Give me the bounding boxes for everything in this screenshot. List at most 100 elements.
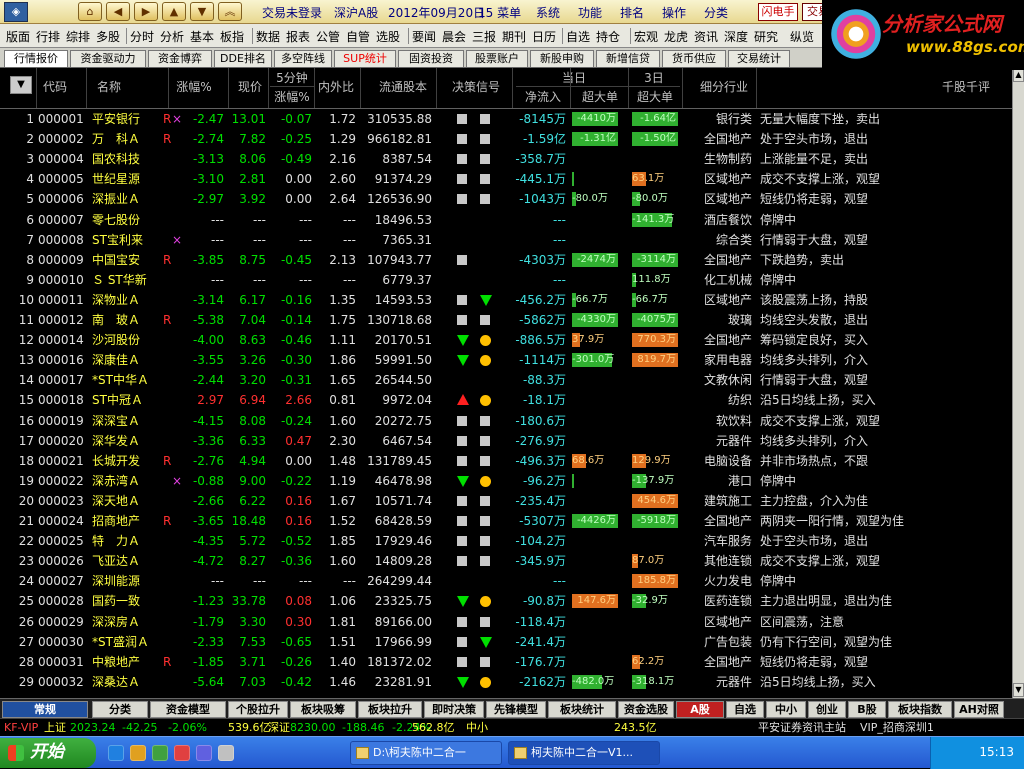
app-icon[interactable] xyxy=(152,745,168,761)
header-industry[interactable]: 细分行业 xyxy=(692,78,756,95)
tab-2[interactable]: 资金博弈 xyxy=(148,50,212,67)
menu-item[interactable]: 纵览 xyxy=(790,28,814,45)
table-row[interactable]: 14 000017 *ST中华Ａ -2.44 3.20 -0.31 1.65 26544.50… xyxy=(0,370,1012,390)
folder-icon[interactable] xyxy=(130,745,146,761)
menu-item[interactable]: 基本 xyxy=(190,28,214,45)
menu-item[interactable]: 日历 xyxy=(532,28,556,45)
table-row[interactable]: 1 000001 平安银行 R × -2.47 13.01 -0.07 1.72 310535.8… xyxy=(0,109,1012,129)
menu-item[interactable]: 研究 xyxy=(754,28,778,45)
bottom-tab-7[interactable]: 先锋模型 xyxy=(486,701,546,718)
header-ratio[interactable]: 内外比 xyxy=(314,78,358,95)
table-row[interactable]: 13 000016 深康佳Ａ -3.55 3.26 -0.30 1.86 59991.50 -1… xyxy=(0,350,1012,370)
bottom-tab-13[interactable]: 创业 xyxy=(808,701,846,718)
table-row[interactable]: 6 000007 零七股份 --- --- --- --- 18496.53 --- -141.3… xyxy=(0,210,1012,230)
menu-category[interactable]: 分类 xyxy=(704,4,728,21)
bottom-tab-3[interactable]: 个股拉升 xyxy=(228,701,288,718)
bottom-tab-15[interactable]: 板块指数 xyxy=(888,701,952,718)
up-button[interactable]: ▲ xyxy=(162,2,186,21)
bottom-tab-10[interactable]: A股 xyxy=(676,701,724,718)
bottom-tab-11[interactable]: 自选 xyxy=(726,701,764,718)
header-change5[interactable]: 5分钟 xyxy=(270,69,314,86)
bottom-tab-8[interactable]: 板块统计 xyxy=(548,701,616,718)
bottom-tab-2[interactable]: 资金模型 xyxy=(150,701,226,718)
table-row[interactable]: 18 000021 长城开发 R -2.76 4.94 0.00 1.48 131789.45-… xyxy=(0,451,1012,471)
column-menu-icon[interactable]: ▼ xyxy=(10,76,32,94)
media-icon[interactable] xyxy=(174,745,190,761)
task-explorer[interactable]: D:\柯夫陈中二合一 xyxy=(350,741,502,765)
header-code[interactable]: 代码 xyxy=(38,78,72,95)
tab-9[interactable]: 新增信贷 xyxy=(596,50,660,67)
menu-item[interactable]: 龙虎 xyxy=(664,28,688,45)
back-button[interactable]: ◀ xyxy=(106,2,130,21)
table-row[interactable]: 17 000020 深华发Ａ -3.36 6.33 0.47 2.30 6467.54 -276… xyxy=(0,431,1012,451)
bottom-tab-14[interactable]: B股 xyxy=(848,701,886,718)
tab-7[interactable]: 股票账户 xyxy=(466,50,528,67)
table-row[interactable]: 20 000023 深天地Ａ -2.66 6.22 0.16 1.67 10571.74 -23… xyxy=(0,491,1012,511)
tab-0[interactable]: 行情报价 xyxy=(4,50,68,67)
menu-item[interactable]: 报表 xyxy=(286,28,310,45)
menu-item[interactable]: 分析 xyxy=(160,28,184,45)
menu-item[interactable]: 行排 xyxy=(36,28,60,45)
table-row[interactable]: 11 000012 南 玻Ａ R -5.38 7.04 -0.14 1.75 130718.68… xyxy=(0,310,1012,330)
tab-8[interactable]: 新股申购 xyxy=(530,50,594,67)
bottom-tab-16[interactable]: AH对照 xyxy=(954,701,1004,718)
weekday-menu[interactable]: 15 菜单 xyxy=(478,4,521,21)
table-row[interactable]: 7 000008 ST宝利来 × --- --- --- --- 7365.31 --- 综合类 行情… xyxy=(0,230,1012,250)
header-change[interactable]: 涨幅% xyxy=(172,78,216,95)
header-netin[interactable]: 净流入 xyxy=(516,88,570,105)
table-row[interactable]: 24 000027 深圳能源 --- --- --- --- 264299.44 --- 185.… xyxy=(0,571,1012,591)
table-row[interactable]: 2 000002 万 科Ａ R -2.74 7.82 -0.25 1.29 966182.81-… xyxy=(0,129,1012,149)
ie-icon[interactable] xyxy=(108,745,124,761)
menu-item[interactable]: 公管 xyxy=(316,28,340,45)
header-superbig3[interactable]: 超大单 xyxy=(630,88,680,105)
menu-operate[interactable]: 操作 xyxy=(662,4,686,21)
bottom-tab-0[interactable]: 常规 xyxy=(2,701,88,718)
menu-item[interactable]: 数据 xyxy=(256,28,280,45)
table-row[interactable]: 29 000032 深桑达Ａ -5.64 7.03 -0.42 1.46 23281.91 -2… xyxy=(0,672,1012,692)
menu-item[interactable]: 宏观 xyxy=(634,28,658,45)
table-row[interactable]: 19 000022 深赤湾Ａ × -0.88 9.00 -0.22 1.19 46478.98-… xyxy=(0,471,1012,491)
menu-item[interactable]: 持仓 xyxy=(596,28,620,45)
scroll-up-icon[interactable]: ▲ xyxy=(1013,68,1024,82)
table-row[interactable]: 8 000009 中国宝安 R -3.85 8.75 -0.45 2.13 107943.77-… xyxy=(0,250,1012,270)
tab-1[interactable]: 资金驱动力 xyxy=(70,50,146,67)
broker-link[interactable]: 平安证券资讯主站 xyxy=(758,719,846,736)
header-change5-sub[interactable]: 涨幅% xyxy=(270,88,314,105)
home-button[interactable]: ⌂ xyxy=(78,2,102,21)
menu-item[interactable]: 选股 xyxy=(376,28,400,45)
menu-item[interactable]: 自管 xyxy=(346,28,370,45)
table-row[interactable]: 21 000024 招商地产 R -3.65 18.48 0.16 1.52 68428.59-… xyxy=(0,511,1012,531)
tab-4[interactable]: 多空阵线 xyxy=(274,50,332,67)
header-superbig[interactable]: 超大单 xyxy=(572,88,628,105)
scroll-down-icon[interactable]: ▼ xyxy=(1013,683,1024,697)
menu-item[interactable]: 深度 xyxy=(724,28,748,45)
table-row[interactable]: 22 000025 特 力Ａ -4.35 5.72 -0.52 1.85 17929.46 -1… xyxy=(0,531,1012,551)
bottom-tab-6[interactable]: 即时决策 xyxy=(424,701,484,718)
collapse-button[interactable]: ︽ xyxy=(218,2,242,21)
menu-item[interactable]: 综排 xyxy=(66,28,90,45)
header-name[interactable]: 名称 xyxy=(92,78,126,95)
vertical-scrollbar[interactable]: ▲ ▼ xyxy=(1012,68,1024,698)
menu-system[interactable]: 系统 xyxy=(536,4,560,21)
tab-6[interactable]: 固资投资 xyxy=(398,50,464,67)
header-comment[interactable]: 千股千评 xyxy=(930,78,1002,95)
bottom-tab-1[interactable]: 分类 xyxy=(92,701,148,718)
login-status[interactable]: 交易未登录 xyxy=(262,4,322,21)
menu-rank[interactable]: 排名 xyxy=(620,4,644,21)
table-row[interactable]: 26 000029 深深房Ａ -1.79 3.30 0.30 1.81 89166.00 -11… xyxy=(0,612,1012,632)
header-float[interactable]: 流通股本 xyxy=(372,78,434,95)
table-row[interactable]: 28 000031 中粮地产 R -1.85 3.71 -0.26 1.40 181372.02… xyxy=(0,652,1012,672)
down-button[interactable]: ▼ xyxy=(190,2,214,21)
forward-button[interactable]: ▶ xyxy=(134,2,158,21)
tab-3[interactable]: DDE排名 xyxy=(214,50,272,67)
desktop-icon[interactable] xyxy=(218,745,234,761)
tab-5[interactable]: SUP统计 xyxy=(334,50,396,67)
table-row[interactable]: 16 000019 深深宝Ａ -4.15 8.08 -0.24 1.60 20272.75 -1… xyxy=(0,411,1012,431)
bottom-tab-4[interactable]: 板块吸筹 xyxy=(290,701,356,718)
flash-trade-button[interactable]: 闪电手 xyxy=(758,3,798,21)
bottom-tab-12[interactable]: 中小 xyxy=(766,701,806,718)
start-button[interactable]: 开始 xyxy=(0,738,96,768)
menu-item[interactable]: 版面 xyxy=(6,28,30,45)
tab-10[interactable]: 货币供应 xyxy=(662,50,726,67)
menu-item[interactable]: 要闻 xyxy=(412,28,436,45)
